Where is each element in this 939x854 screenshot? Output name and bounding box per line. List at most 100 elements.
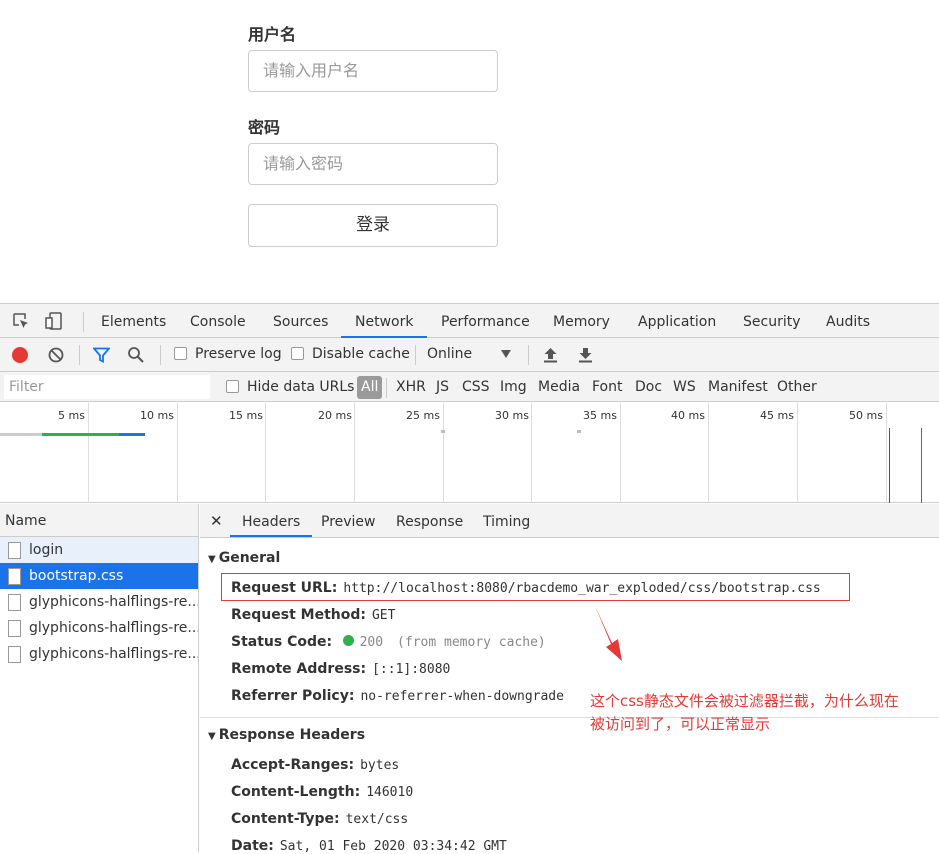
triangle-down-icon: ▼ xyxy=(208,554,216,565)
document-icon xyxy=(8,542,21,559)
tab-timing[interactable]: Timing xyxy=(483,504,530,537)
inspect-element-icon[interactable] xyxy=(12,312,30,330)
import-har-icon[interactable] xyxy=(543,347,558,367)
tab-audits[interactable]: Audits xyxy=(826,304,870,338)
timeline-gridline xyxy=(620,403,621,503)
remote-address-row: Remote Address: [::1]:8080 xyxy=(231,661,450,677)
tab-memory[interactable]: Memory xyxy=(553,304,610,338)
tab-performance[interactable]: Performance xyxy=(441,304,530,338)
response-headers-section-toggle[interactable]: ▼ Response Headers xyxy=(208,727,365,743)
request-row[interactable]: glyphicons-halflings-re... xyxy=(0,641,198,667)
filter-type-manifest[interactable]: Manifest xyxy=(708,372,768,402)
checkbox-box[interactable] xyxy=(174,347,187,360)
timeline-tick-label: 30 ms xyxy=(495,409,529,422)
filter-type-other[interactable]: Other xyxy=(777,372,817,402)
content-length-key: Content-Length: xyxy=(231,784,361,800)
name-column-header[interactable]: Name xyxy=(0,504,198,537)
request-url-highlight-box xyxy=(221,573,850,601)
timeline-tick-label: 35 ms xyxy=(583,409,617,422)
tab-console[interactable]: Console xyxy=(190,304,246,338)
request-row[interactable]: glyphicons-halflings-re... xyxy=(0,589,198,615)
hide-data-urls-checkbox[interactable]: Hide data URLs xyxy=(226,372,354,402)
load-event-marker xyxy=(889,428,890,503)
throttle-select[interactable]: Online xyxy=(427,338,472,371)
login-button[interactable]: 登录 xyxy=(248,204,498,247)
referrer-policy-row: Referrer Policy: no-referrer-when-downgra… xyxy=(231,688,564,704)
tab-sources[interactable]: Sources xyxy=(273,304,328,338)
referrer-policy-value: no-referrer-when-downgrade xyxy=(360,689,564,704)
password-label: 密码 xyxy=(248,118,281,137)
request-row[interactable]: login xyxy=(0,537,198,563)
annotation-line-1: 这个css静态文件会被过滤器拦截，为什么现在 xyxy=(590,692,899,710)
tab-security[interactable]: Security xyxy=(743,304,801,338)
timeline-tick-label: 20 ms xyxy=(318,409,352,422)
tab-network[interactable]: Network xyxy=(341,304,428,338)
tab-application[interactable]: Application xyxy=(638,304,716,338)
timeline-tick-label: 50 ms xyxy=(849,409,883,422)
filter-input[interactable]: Filter xyxy=(4,375,210,399)
search-icon[interactable] xyxy=(127,346,145,368)
timeline-bar-ttfb xyxy=(42,433,119,436)
status-code-row: Status Code: 200 (from memory cache) xyxy=(231,634,546,650)
content-length-row: Content-Length: 146010 xyxy=(231,784,413,800)
password-input[interactable]: 请输入密码 xyxy=(248,143,498,185)
annotation-line-2: 被访问到了，可以正常显示 xyxy=(590,715,771,733)
disable-cache-label: Disable cache xyxy=(312,346,410,362)
request-list: Name login bootstrap.css glyphicons-half… xyxy=(0,504,199,852)
disable-cache-checkbox[interactable]: Disable cache xyxy=(291,338,410,371)
preserve-log-checkbox[interactable]: Preserve log xyxy=(174,338,282,371)
general-section-title: General xyxy=(218,550,281,566)
filter-icon[interactable] xyxy=(92,347,111,367)
request-method-key: Request Method: xyxy=(231,607,366,623)
remote-address-key: Remote Address: xyxy=(231,661,367,677)
filter-type-all[interactable]: All xyxy=(357,376,383,399)
annotation-text: 这个css静态文件会被过滤器拦截，为什么现在 被访问到了，可以正常显示 xyxy=(590,690,930,736)
checkbox-box[interactable] xyxy=(226,380,239,393)
request-row[interactable]: bootstrap.css xyxy=(0,563,198,589)
filter-bar: Filter Hide data URLs All XHR JS CSS Img… xyxy=(0,372,939,402)
toolbar-separator xyxy=(160,345,161,365)
referrer-policy-key: Referrer Policy: xyxy=(231,688,355,704)
record-icon[interactable] xyxy=(12,347,28,363)
toolbar-separator xyxy=(79,345,80,365)
filter-type-img[interactable]: Img xyxy=(500,372,527,402)
filter-type-font[interactable]: Font xyxy=(592,372,622,402)
request-name: bootstrap.css xyxy=(29,568,124,584)
checkbox-box[interactable] xyxy=(291,347,304,360)
general-section-toggle[interactable]: ▼ General xyxy=(208,550,280,566)
timeline-gridline xyxy=(443,403,444,503)
tab-preview[interactable]: Preview xyxy=(321,504,376,537)
toolbar-separator xyxy=(415,345,416,365)
filter-type-css[interactable]: CSS xyxy=(462,372,490,402)
content-length-value: 146010 xyxy=(366,785,414,800)
request-method-row: Request Method: GET xyxy=(231,607,395,623)
timeline-tick-label: 25 ms xyxy=(406,409,440,422)
filter-type-ws[interactable]: WS xyxy=(673,372,696,402)
request-detail-pane: ✕ Headers Preview Response Timing ▼ Gener… xyxy=(200,504,939,854)
tab-headers[interactable]: Headers xyxy=(230,504,313,537)
tab-elements[interactable]: Elements xyxy=(101,304,166,338)
device-toolbar-icon[interactable] xyxy=(45,312,63,330)
accept-ranges-row: Accept-Ranges: bytes xyxy=(231,757,399,773)
clear-icon[interactable] xyxy=(48,347,64,367)
export-har-icon[interactable] xyxy=(578,347,593,367)
preserve-log-label: Preserve log xyxy=(195,346,282,362)
tab-response[interactable]: Response xyxy=(396,504,463,537)
filter-type-media[interactable]: Media xyxy=(538,372,580,402)
close-icon[interactable]: ✕ xyxy=(210,512,223,530)
remote-address-value: [::1]:8080 xyxy=(372,662,451,677)
timeline-overview[interactable]: 5 ms 10 ms 15 ms 20 ms 25 ms 30 ms 35 ms… xyxy=(0,403,939,503)
content-type-row: Content-Type: text/css xyxy=(231,811,408,827)
request-row[interactable]: glyphicons-halflings-re... xyxy=(0,615,198,641)
status-ok-icon xyxy=(342,635,354,646)
devtools-tabbar: Elements Console Sources Network Perform… xyxy=(0,303,939,338)
request-name: glyphicons-halflings-re... xyxy=(29,620,198,636)
status-code-value: 200 xyxy=(359,635,384,650)
username-input[interactable]: 请输入用户名 xyxy=(248,50,498,92)
timeline-bar-small xyxy=(441,430,445,433)
filter-type-doc[interactable]: Doc xyxy=(635,372,662,402)
filter-type-js[interactable]: JS xyxy=(436,372,449,402)
chevron-down-icon[interactable] xyxy=(500,348,512,364)
filter-type-xhr[interactable]: XHR xyxy=(396,372,426,402)
status-note: (from memory cache) xyxy=(397,635,546,650)
